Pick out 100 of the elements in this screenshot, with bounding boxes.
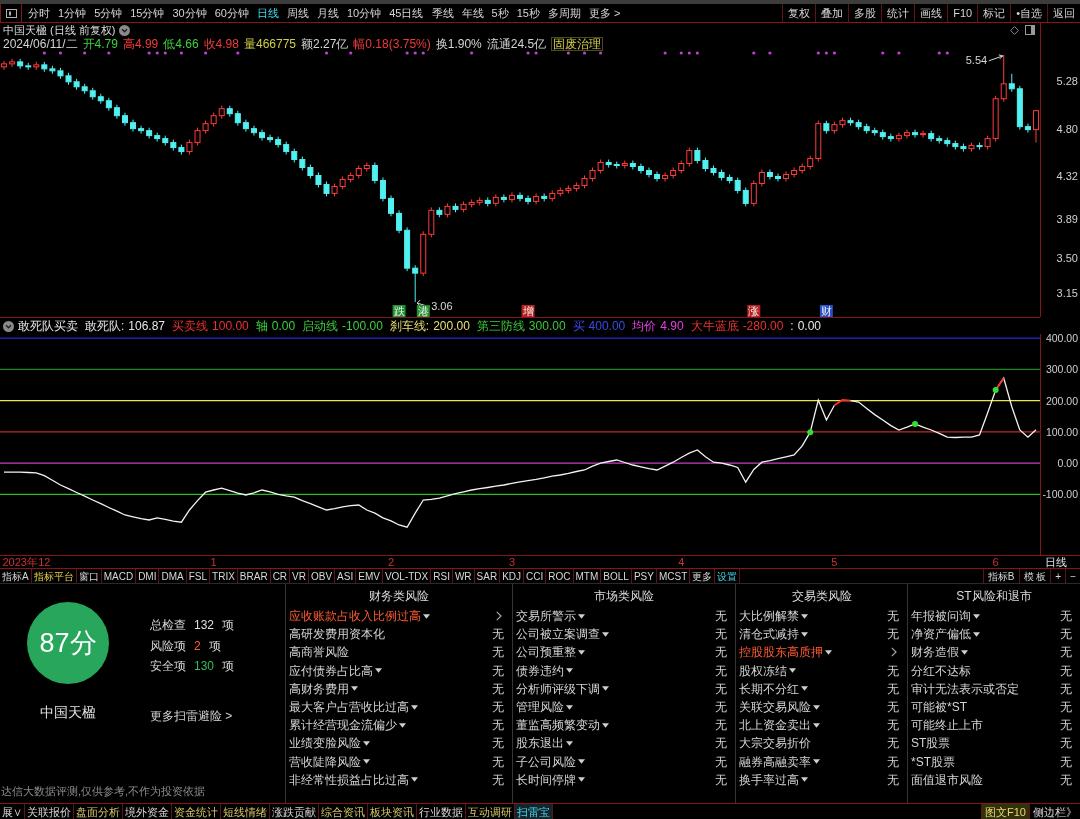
panel-toggle-button[interactable] [0, 4, 22, 22]
risk-item[interactable]: 关联交易风险 [739, 698, 811, 717]
period-tab[interactable]: 15分钟 [126, 4, 169, 22]
concept-tag[interactable]: 固废治理 [551, 37, 604, 51]
indicator-tab[interactable]: CR [270, 569, 291, 583]
risk-item[interactable]: 清仓式减持 [739, 625, 799, 644]
indicator-tab[interactable]: WR [452, 569, 475, 583]
indicator-tab[interactable]: − [1065, 569, 1080, 583]
event-tag[interactable]: 财 [819, 305, 833, 317]
indicator-tab[interactable]: + [1050, 569, 1066, 583]
indicator-tab[interactable]: 模 板 [1018, 569, 1051, 583]
risk-item[interactable]: 公司预重整 [516, 643, 576, 662]
indicator-tab[interactable]: 更多 [690, 569, 716, 583]
risk-item[interactable]: 净资产偏低 [911, 625, 971, 644]
period-tab[interactable]: 45日线 [385, 4, 428, 22]
more-link[interactable]: 更多扫雷避险 > [150, 706, 235, 725]
period-tab[interactable]: 1分钟 [54, 4, 91, 22]
indicator-tab[interactable]: 指标平台 [31, 569, 77, 583]
period-tab[interactable]: 多周期 [543, 4, 585, 22]
indicator-tab[interactable]: CCI [524, 569, 547, 583]
risk-item[interactable]: 长期不分红 [739, 679, 799, 698]
period-tab[interactable]: 60分钟 [210, 4, 253, 22]
period-tab[interactable]: 季线 [427, 4, 458, 22]
risk-item[interactable]: 最大客户占营收比过高 [289, 698, 409, 717]
toolbar-button[interactable]: 标记 [977, 4, 1011, 22]
period-label[interactable]: 日线 [1040, 556, 1072, 568]
risk-item[interactable]: 高研发费用资本化 [289, 625, 385, 644]
toolbar-button[interactable]: 统计 [881, 4, 915, 22]
period-tab[interactable]: 30分钟 [168, 4, 211, 22]
indicator-tab[interactable]: VOL-TDX [382, 569, 432, 583]
period-tab[interactable]: 5秒 [487, 4, 513, 22]
risk-item[interactable]: 面值退市风险 [911, 770, 983, 789]
risk-item[interactable]: 营收陡降风险 [289, 752, 361, 771]
toolbar-button[interactable]: 叠加 [815, 4, 849, 22]
risk-item[interactable]: *ST股票 [911, 752, 955, 771]
risk-item[interactable]: 高财务费用 [289, 679, 349, 698]
bottom-tab[interactable]: 短线情绪 [221, 804, 270, 819]
indicator-tab[interactable]: MACD [101, 569, 137, 583]
bottom-tab[interactable]: 资金统计 [172, 804, 221, 819]
indicator-tab[interactable]: MTM [573, 569, 602, 583]
indicator-tab[interactable]: OBV [309, 569, 336, 583]
chevron-right-icon[interactable] [496, 611, 502, 622]
chevron-right-icon[interactable] [891, 647, 897, 658]
event-tag[interactable]: 港 [416, 305, 430, 317]
period-tab[interactable]: 周线 [283, 4, 313, 22]
more-button[interactable]: 更多 > [584, 4, 625, 22]
period-tab[interactable]: 月线 [313, 4, 343, 22]
indicator-tab[interactable]: 窗口 [76, 569, 102, 583]
risk-item[interactable]: 公司被立案调查 [516, 625, 600, 644]
risk-item[interactable]: 股权冻结 [739, 661, 787, 680]
period-tab[interactable]: 年线 [457, 4, 488, 22]
period-tab[interactable]: 5分钟 [90, 4, 127, 22]
indicator-tab[interactable]: FSL [186, 569, 211, 583]
indicator-tab[interactable]: ASI [335, 569, 357, 583]
side-button[interactable]: 侧边栏》 [1029, 804, 1080, 819]
risk-item[interactable]: 累计经营现金流偏少 [289, 716, 397, 735]
risk-item[interactable]: 财务造假 [911, 643, 959, 662]
indicator-tab[interactable]: 设置 [715, 569, 741, 583]
indicator-tab[interactable]: RSI [431, 569, 453, 583]
bottom-tab[interactable]: 板块资讯 [368, 804, 417, 819]
indicator-tab[interactable]: BOLL [601, 569, 632, 583]
risk-item[interactable]: 应付债券占比高 [289, 661, 373, 680]
indicator-tab[interactable]: 指标B [982, 569, 1019, 583]
risk-item[interactable]: 交易所警示 [516, 607, 576, 626]
risk-item[interactable]: 控股股东高质押 [739, 643, 823, 662]
risk-item[interactable]: 非经常性损益占比过高 [289, 770, 409, 789]
toolbar-button[interactable]: 返回 [1047, 4, 1080, 22]
period-tab[interactable]: 15秒 [512, 4, 544, 22]
risk-item[interactable]: ST股票 [911, 734, 951, 753]
bottom-tab[interactable]: 关联报价 [25, 804, 74, 819]
indicator-tab[interactable]: ROC [546, 569, 574, 583]
bottom-tab[interactable]: 盘面分析 [74, 804, 123, 819]
chevron-down-circle-icon[interactable] [3, 320, 14, 332]
indicator-tab[interactable]: PSY [631, 569, 657, 583]
risk-item[interactable]: 分析师评级下调 [516, 679, 600, 698]
risk-item[interactable]: 应收账款占收入比例过高 [289, 607, 421, 626]
risk-item[interactable]: 长时间停牌 [516, 770, 576, 789]
risk-item[interactable]: 可能终止上市 [911, 716, 983, 735]
indicator-tab[interactable]: SAR [474, 569, 501, 583]
indicator-tab[interactable]: DMA [159, 569, 187, 583]
chevron-down-circle-icon[interactable] [119, 24, 131, 36]
risk-item[interactable]: 股东退出 [516, 734, 564, 753]
side-button[interactable]: 图文F10 [981, 804, 1029, 819]
risk-item[interactable]: 债券违约 [516, 661, 564, 680]
bottom-tab[interactable]: 综合资讯 [319, 804, 368, 819]
toolbar-button[interactable]: •自选 [1010, 4, 1047, 22]
toolbar-button[interactable]: 复权 [782, 4, 816, 22]
bottom-tab[interactable]: 行业数据 [417, 804, 466, 819]
risk-item[interactable]: 融券高融卖率 [739, 752, 811, 771]
indicator-tab[interactable]: DMI [136, 569, 160, 583]
risk-item[interactable]: 董监高频繁变动 [516, 716, 600, 735]
risk-item[interactable]: 子公司风险 [516, 752, 576, 771]
diamond-icon[interactable] [1010, 25, 1019, 35]
toolbar-button[interactable]: 画线 [914, 4, 948, 22]
risk-item[interactable]: 大比例解禁 [739, 607, 799, 626]
period-tab[interactable]: 日线 [253, 4, 283, 22]
risk-item[interactable]: 分红不达标 [911, 661, 971, 680]
bottom-tab[interactable]: 扫雷宝 [515, 804, 553, 819]
event-tag[interactable]: 增 [521, 305, 535, 317]
indicator-tab[interactable]: KDJ [500, 569, 525, 583]
